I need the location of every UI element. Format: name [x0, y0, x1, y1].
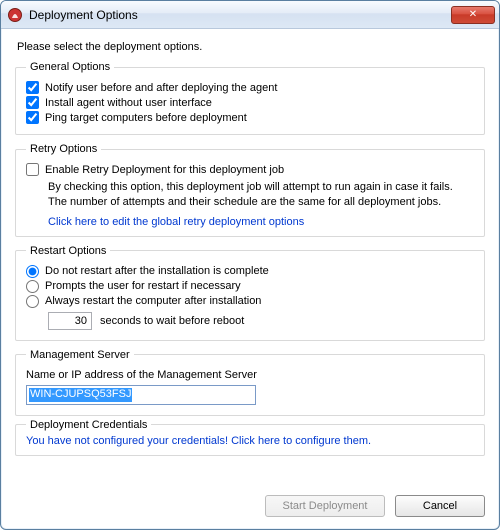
configure-credentials-link[interactable]: You have not configured your credentials… [26, 435, 474, 447]
titlebar[interactable]: Deployment Options ✕ [1, 1, 499, 29]
management-server-label: Name or IP address of the Management Ser… [26, 369, 257, 381]
notify-checkbox[interactable] [26, 81, 39, 94]
enable-retry-label: Enable Retry Deployment for this deploym… [45, 164, 284, 176]
general-options-group: General Options Notify user before and a… [15, 61, 485, 135]
retry-options-group: Retry Options Enable Retry Deployment fo… [15, 143, 485, 237]
enable-retry-checkbox[interactable] [26, 163, 39, 176]
prompt-restart-label: Prompts the user for restart if necessar… [45, 280, 241, 292]
general-options-legend: General Options [26, 61, 114, 73]
management-server-input[interactable] [26, 385, 256, 405]
retry-options-legend: Retry Options [26, 143, 101, 155]
app-icon [7, 7, 23, 23]
reboot-seconds-input[interactable] [48, 312, 92, 330]
ping-label: Ping target computers before deployment [45, 112, 247, 124]
deployment-credentials-group: Deployment Credentials You have not conf… [15, 424, 485, 456]
cancel-button[interactable]: Cancel [395, 495, 485, 517]
install-without-ui-label: Install agent without user interface [45, 97, 212, 109]
instruction-text: Please select the deployment options. [17, 41, 485, 53]
ping-checkbox[interactable] [26, 111, 39, 124]
install-without-ui-checkbox[interactable] [26, 96, 39, 109]
no-restart-label: Do not restart after the installation is… [45, 265, 269, 277]
dialog-body: Please select the deployment options. Ge… [1, 29, 499, 489]
retry-description: By checking this option, this deployment… [48, 180, 474, 210]
deployment-options-dialog: Deployment Options ✕ Please select the d… [0, 0, 500, 530]
always-restart-radio[interactable] [26, 295, 39, 308]
restart-options-group: Restart Options Do not restart after the… [15, 245, 485, 341]
management-server-legend: Management Server [26, 349, 134, 361]
reboot-seconds-label: seconds to wait before reboot [100, 315, 244, 327]
prompt-restart-radio[interactable] [26, 280, 39, 293]
always-restart-label: Always restart the computer after instal… [45, 295, 261, 307]
window-title: Deployment Options [29, 8, 451, 22]
dialog-footer: Start Deployment Cancel [1, 489, 499, 529]
start-deployment-button[interactable]: Start Deployment [265, 495, 385, 517]
no-restart-radio[interactable] [26, 265, 39, 278]
deployment-credentials-legend: Deployment Credentials [26, 419, 151, 431]
close-button[interactable]: ✕ [451, 6, 495, 24]
notify-label: Notify user before and after deploying t… [45, 82, 277, 94]
edit-global-retry-link[interactable]: Click here to edit the global retry depl… [48, 216, 474, 228]
restart-options-legend: Restart Options [26, 245, 110, 257]
close-icon: ✕ [469, 9, 477, 20]
management-server-group: Management Server Name or IP address of … [15, 349, 485, 416]
